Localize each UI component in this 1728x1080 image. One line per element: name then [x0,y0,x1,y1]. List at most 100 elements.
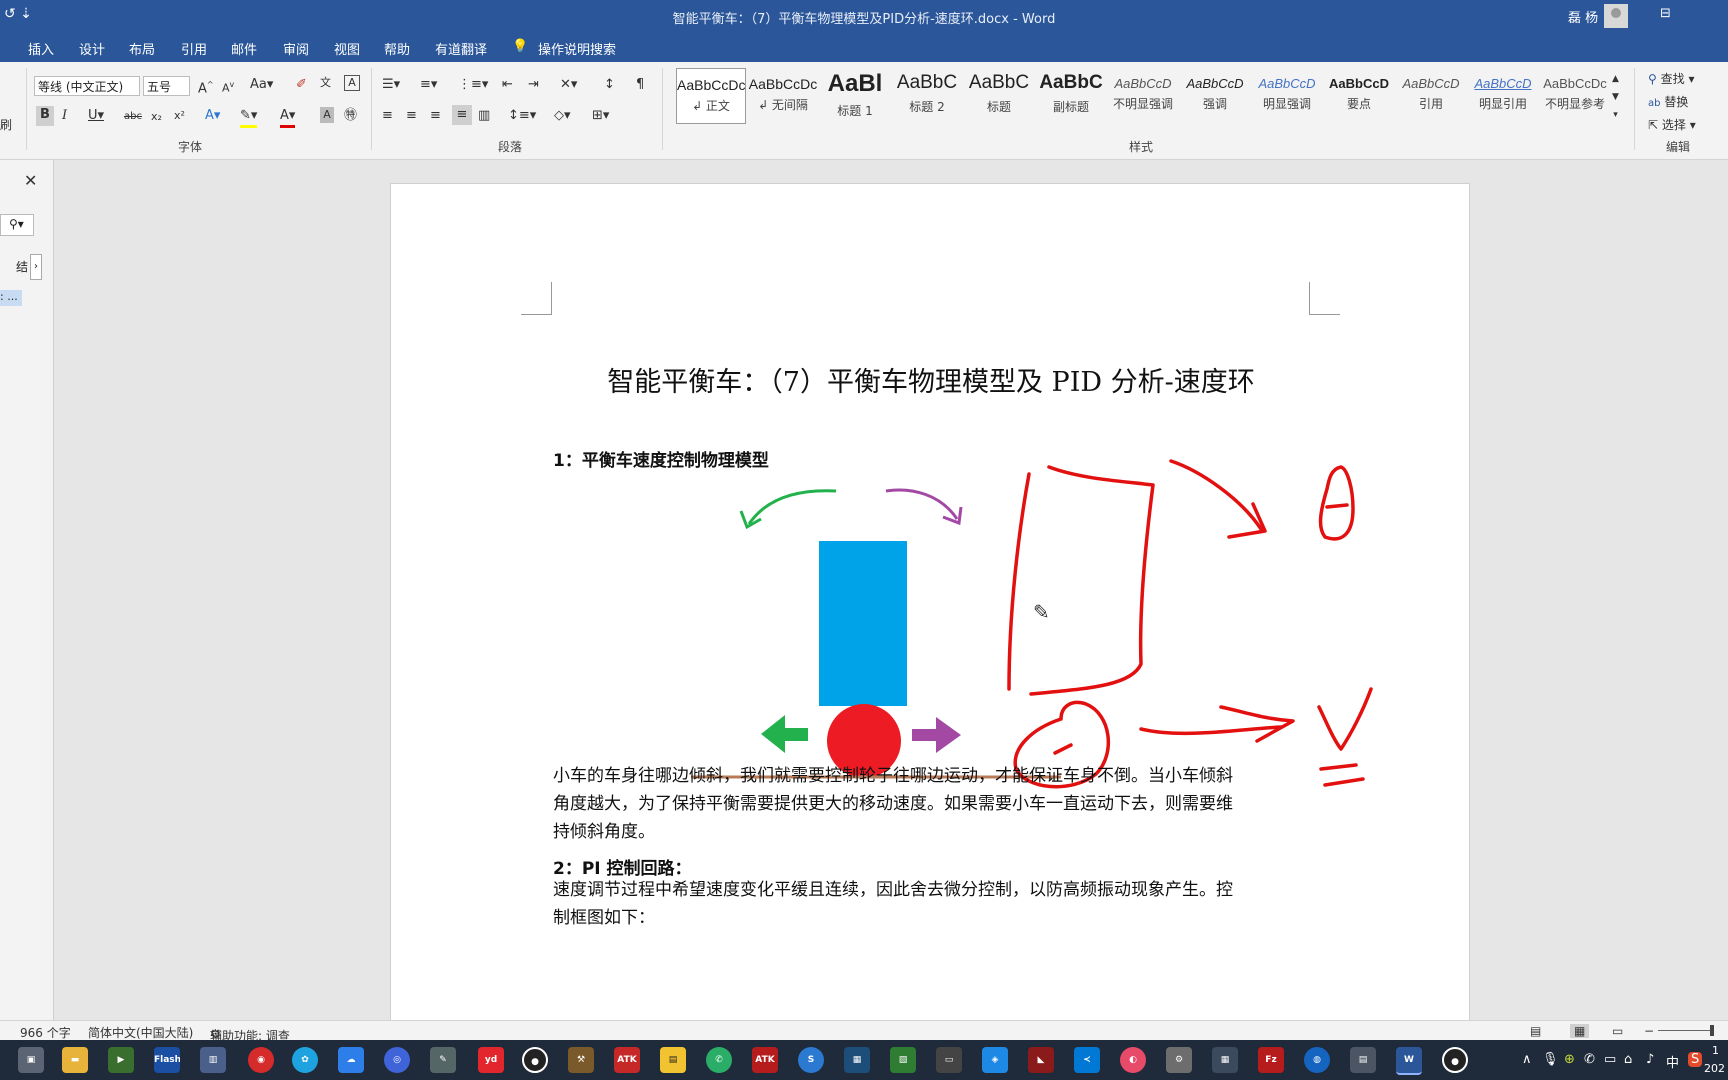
plus-tray-icon[interactable]: ⊕ [1564,1052,1575,1067]
file-explorer-icon[interactable]: ▬ [62,1047,88,1073]
show-marks-icon[interactable]: ¶ [636,76,644,94]
terminal-icon[interactable]: ▭ [936,1047,962,1073]
docs-app-icon[interactable]: ▤ [1350,1047,1376,1073]
superscript-button[interactable]: x² [174,107,185,125]
tab-layout[interactable]: 布局 [129,39,155,58]
style-strong[interactable]: AaBbCcD 要点 [1324,68,1394,124]
subscript-button[interactable]: x₂ [151,108,162,126]
video-app-icon[interactable]: ✿ [292,1047,318,1073]
wechat-tray-icon[interactable]: ✆ [1584,1052,1595,1067]
network-icon[interactable]: ⌂ [1624,1052,1632,1067]
stm32-icon[interactable]: ▧ [890,1047,916,1073]
style-no-spacing[interactable]: AaBbCcDc ↲ 无间隔 [748,68,818,124]
strikethrough-button[interactable]: abc [124,108,142,126]
keil-icon[interactable]: ▦ [844,1047,870,1073]
enclose-characters-icon[interactable]: ㊕ [344,107,357,125]
recycle-bin-icon[interactable]: ▣ [18,1047,44,1073]
style-subtitle[interactable]: AaBbC 副标题 [1036,68,1106,124]
tell-me-search[interactable]: 操作说明搜索 [538,39,616,58]
change-case-icon[interactable]: Aa▾ [250,76,273,94]
remote-app-icon[interactable]: ◈ [982,1047,1008,1073]
media-player-icon[interactable]: ▶ [108,1047,134,1073]
atk-pid-icon[interactable]: ATK PID [752,1047,778,1073]
style-subtle-emphasis[interactable]: AaBbCcD 不明显强调 [1108,68,1178,124]
style-heading-1[interactable]: AaBl 标题 1 [820,68,890,124]
bullets-icon[interactable]: ☰▾ [382,76,400,94]
globe-icon[interactable]: ◍ [1304,1047,1330,1073]
user-name[interactable]: 磊 杨 [1568,7,1598,26]
vscode-icon[interactable]: ≺ [1074,1047,1100,1073]
grow-font-icon[interactable]: A^ [198,76,214,98]
align-left-icon[interactable]: ≡ [382,107,393,125]
flash-app-icon[interactable]: Flash [154,1047,180,1073]
style-subtle-reference[interactable]: AaBbCcDc 不明显参考 [1540,68,1610,124]
style-heading-2[interactable]: AaBbC 标题 2 [892,68,962,124]
lightbulb-icon[interactable]: 💡 [512,39,528,54]
style-quote[interactable]: AaBbCcD 引用 [1396,68,1466,124]
youdao-icon[interactable]: yd [478,1047,504,1073]
bold-button[interactable]: B [36,106,54,126]
word-count[interactable]: 966 个字 [20,1024,71,1041]
chinese-layout-icon[interactable]: ✕▾ [560,76,577,94]
wechat-icon[interactable]: ✆ [706,1047,732,1073]
language-status[interactable]: 简体中文(中国大陆) [88,1024,193,1041]
character-border-icon[interactable]: A [344,75,360,91]
select-button[interactable]: ⇱ 选择 ▾ [1648,116,1696,133]
netease-music-icon[interactable]: ◉ [248,1047,274,1073]
tab-view[interactable]: 视图 [334,39,360,58]
calculator-icon[interactable]: ▦ [1212,1047,1238,1073]
clear-format-icon[interactable]: ✐ [296,76,307,94]
lens-app-icon[interactable]: ◐ [1120,1047,1146,1073]
font-name-select[interactable]: 等线 (中文正文) [34,76,140,96]
record-icon[interactable]: ● [522,1047,548,1073]
tab-youdao-translate[interactable]: 有道翻译 [435,39,487,58]
city-app-icon[interactable]: ▥ [200,1047,226,1073]
style-intense-quote[interactable]: AaBbCcD 明显引用 [1468,68,1538,124]
tab-design[interactable]: 设计 [79,39,105,58]
style-title[interactable]: AaBbC 标题 [964,68,1034,124]
font-color-icon[interactable]: A▾ [280,107,296,128]
justify-icon[interactable]: ≡ [452,105,472,125]
avatar[interactable] [1604,4,1628,28]
tool-app-icon[interactable]: ⚒ [568,1047,594,1073]
format-painter-label[interactable]: 刷 [0,116,12,134]
tab-mailings[interactable]: 邮件 [231,39,257,58]
style-emphasis[interactable]: AaBbCcD 强调 [1180,68,1250,124]
cloud-app-icon[interactable]: ☁ [338,1047,364,1073]
align-center-icon[interactable]: ≡ [406,107,417,125]
zoom-slider-thumb[interactable] [1710,1025,1714,1036]
styles-scroll-icon[interactable]: ▲ ▼ ▾ [1612,70,1619,124]
style-normal[interactable]: AaBbCcDc ↲ 正文 [676,68,746,124]
clock-time[interactable]: 1 [1712,1044,1719,1057]
replace-button[interactable]: ab 替换 [1648,93,1688,110]
recorder-icon[interactable]: ● [1442,1047,1468,1073]
paint-app-icon[interactable]: ✎ [430,1047,456,1073]
document-page[interactable]: 智能平衡车：（7）平衡车物理模型及 PID 分析-速度环 1：平衡车速度控制物理… [390,183,1470,1023]
nav-heading-item[interactable]: : ... [0,290,22,306]
volume-icon[interactable]: ♪ [1646,1052,1654,1067]
tab-references[interactable]: 引用 [181,39,207,58]
web-layout-icon[interactable]: ▭ [1612,1024,1623,1038]
sort-icon[interactable]: ↕ [604,76,615,94]
character-shading-icon[interactable]: A [320,107,334,123]
shrink-font-icon[interactable]: Av [222,76,234,98]
print-layout-icon[interactable]: ▦ [1570,1024,1590,1038]
battery-icon[interactable]: ▭ [1604,1052,1616,1067]
decrease-indent-icon[interactable]: ⇤ [502,76,513,94]
ribbon-display-icon[interactable]: ⊟ [1660,6,1671,21]
tab-review[interactable]: 审阅 [283,39,309,58]
close-icon[interactable]: ✕ [24,172,37,190]
shading-icon[interactable]: ◇▾ [554,107,571,125]
text-effects-icon[interactable]: A▾ [205,107,220,125]
numbering-icon[interactable]: ≡▾ [420,76,437,94]
sogou-ime-icon[interactable]: S [1688,1052,1703,1067]
word-icon[interactable]: W [1396,1047,1422,1075]
phonetic-guide-icon[interactable]: 文 [320,74,331,92]
altium-icon[interactable]: ◣ [1028,1047,1054,1073]
clock-date[interactable]: 202 [1704,1062,1725,1075]
read-mode-icon[interactable]: ▤ [1530,1024,1541,1038]
filezilla-icon[interactable]: Fz [1258,1047,1284,1073]
borders-icon[interactable]: ⊞▾ [592,107,609,125]
browser-icon[interactable]: ◎ [384,1047,410,1073]
tab-help[interactable]: 帮助 [384,39,410,58]
